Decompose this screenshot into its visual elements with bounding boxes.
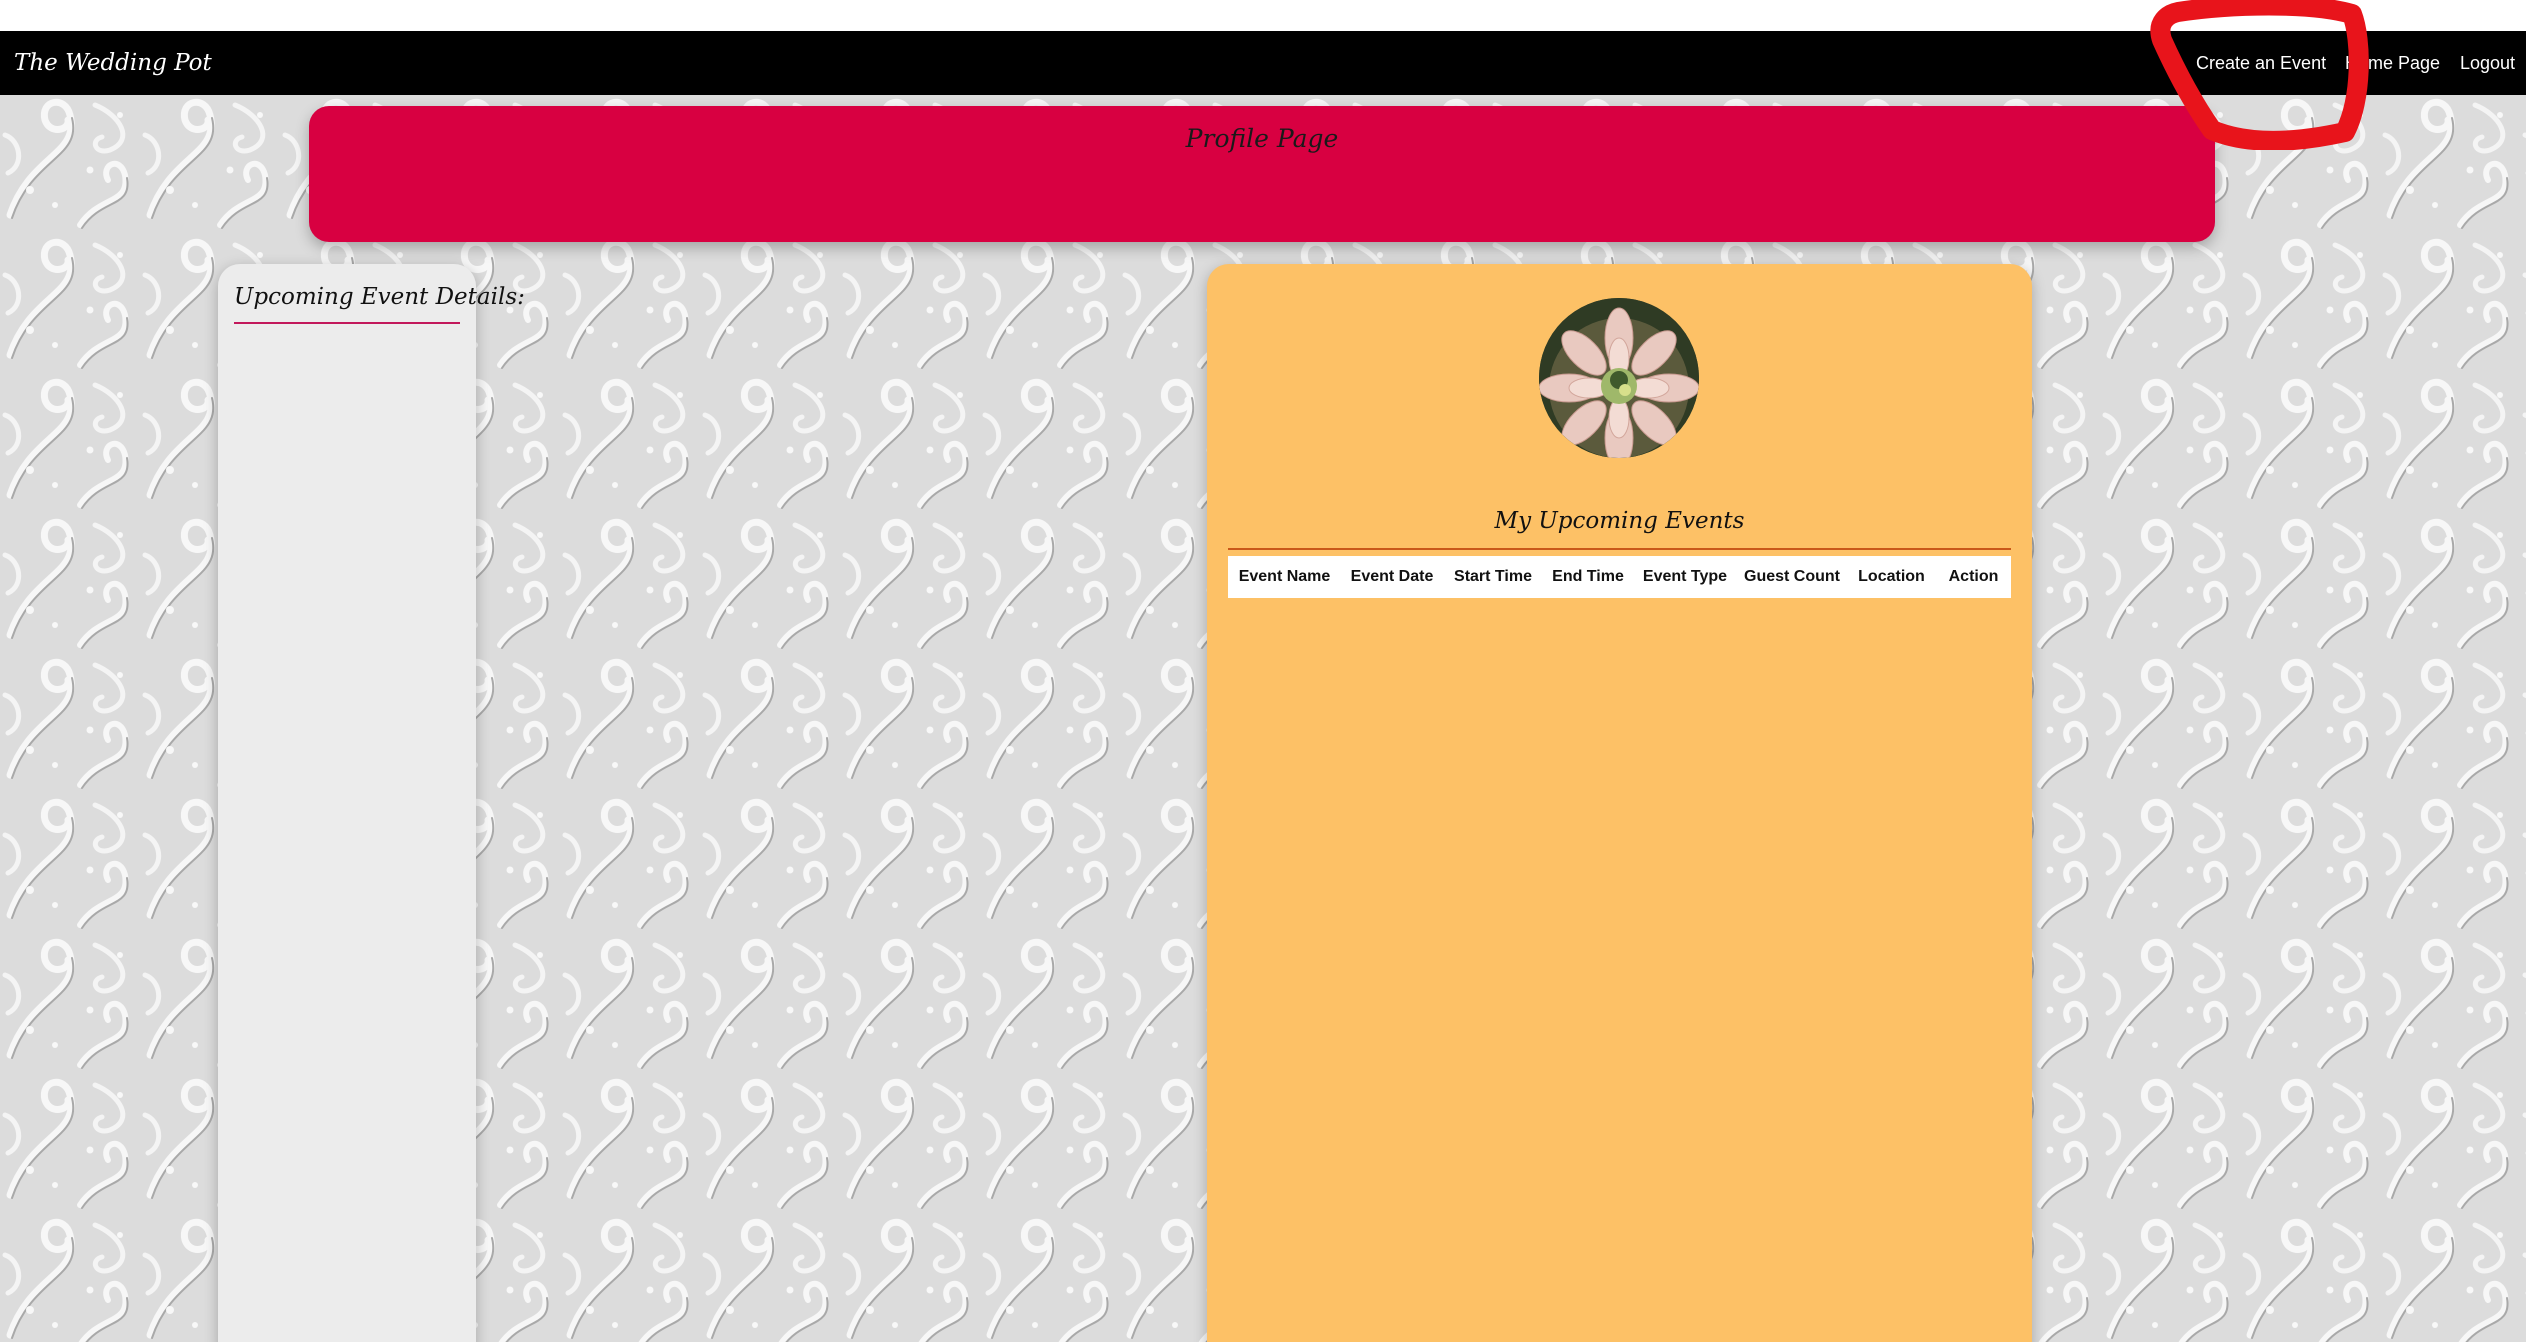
nav-create-event-link[interactable]: Create an Event — [2196, 49, 2326, 77]
column-header-location: Location — [1858, 568, 1925, 585]
column-header-start-time: Start Time — [1454, 568, 1532, 585]
column-header-event-type: Event Type — [1642, 568, 1728, 585]
brand-logo[interactable]: The Wedding Pot — [14, 46, 212, 80]
avatar — [1539, 298, 1699, 458]
flower-photo-icon — [1539, 298, 1699, 458]
top-strip — [0, 0, 2526, 31]
my-upcoming-events-heading: My Upcoming Events — [1494, 508, 1745, 534]
column-header-event-date: Event Date — [1350, 568, 1434, 585]
nav-logout-link[interactable]: Logout — [2460, 49, 2515, 77]
profile-banner: Profile Page — [309, 106, 2215, 242]
column-header-action: Action — [1948, 568, 1999, 585]
column-header-event-name: Event Name — [1238, 568, 1331, 585]
my-events-panel: My Upcoming Events Event Name Event Date… — [1207, 264, 2032, 1342]
table-header-row: Event Name Event Date Start Time End Tim… — [1228, 556, 2011, 598]
column-header-end-time: End Time — [1552, 568, 1624, 585]
nav-home-page-link[interactable]: Home Page — [2345, 49, 2440, 77]
divider — [1228, 548, 2011, 550]
upcoming-event-details-panel: Upcoming Event Details: — [218, 264, 525, 1342]
events-table: Event Name Event Date Start Time End Tim… — [1228, 556, 2011, 598]
event-details-heading: Upcoming Event Details: — [234, 284, 525, 310]
divider — [234, 322, 460, 324]
page-title: Profile Page — [1185, 124, 1339, 153]
navbar: The Wedding Pot Create an Event Home Pag… — [0, 31, 2526, 95]
column-header-guest-count: Guest Count — [1744, 568, 1840, 585]
